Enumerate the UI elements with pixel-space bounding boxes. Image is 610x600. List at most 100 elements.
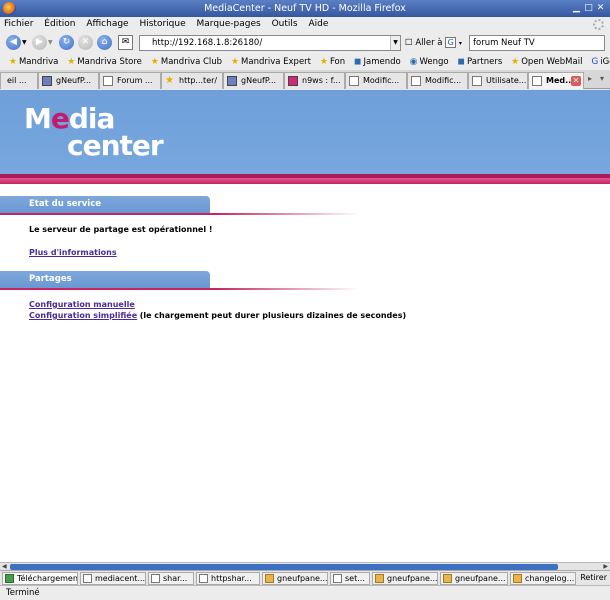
- star-icon: ★: [165, 75, 174, 86]
- reload-button[interactable]: ↻: [59, 35, 74, 50]
- bookmark-fon[interactable]: ★ Fon: [320, 54, 345, 70]
- document-icon: [333, 574, 342, 583]
- go-icon: ☐: [405, 38, 413, 48]
- tab-strip: ◂ eil ... gNeufP... Forum ... ★http...te…: [0, 70, 610, 89]
- folder-icon: [513, 574, 522, 583]
- search-engine-chevron-icon[interactable]: ▾: [459, 40, 462, 47]
- tab-favicon: [288, 76, 298, 86]
- feed-icon[interactable]: ✉: [118, 35, 133, 50]
- bookmark-mandriva[interactable]: ★ Mandriva: [9, 54, 59, 70]
- search-input[interactable]: forum Neuf TV: [469, 35, 605, 51]
- tab-favicon: [472, 76, 482, 86]
- firefox-icon: [3, 2, 16, 15]
- tab-list-icon[interactable]: ▾: [600, 74, 604, 83]
- tab-1[interactable]: eil ...: [0, 72, 38, 89]
- tab-9[interactable]: Utilisate...: [468, 72, 528, 89]
- tab-favicon: [349, 76, 359, 86]
- close-icon[interactable]: ✕: [595, 3, 606, 14]
- star-icon: ★: [8, 57, 17, 67]
- google-icon: G: [591, 57, 599, 67]
- home-button[interactable]: ⌂: [97, 35, 112, 50]
- bookmark-jamendo[interactable]: ◼ Jamendo: [354, 54, 401, 70]
- menu-affichage[interactable]: Affichage: [82, 17, 132, 32]
- go-label: Aller à: [415, 38, 443, 48]
- task-item[interactable]: gneufpane...: [262, 572, 328, 585]
- task-item[interactable]: changelog...: [510, 572, 576, 585]
- url-bar[interactable]: http://192.168.1.8:26180/ ▼: [139, 35, 401, 51]
- bookmark-wengo[interactable]: ◉ Wengo: [410, 54, 449, 70]
- wengo-icon: ◉: [409, 57, 418, 67]
- status-text: Terminé: [6, 588, 40, 598]
- bookmark-mandriva-expert[interactable]: ★ Mandriva Expert: [231, 54, 311, 70]
- task-item[interactable]: shar...: [148, 572, 194, 585]
- task-item[interactable]: gneufpane...: [440, 572, 508, 585]
- close-tab-icon[interactable]: ✕: [571, 76, 581, 86]
- mediacenter-logo: Media center: [24, 102, 164, 162]
- task-item[interactable]: gneufpane...: [372, 572, 438, 585]
- retirer-button[interactable]: Retirer: [580, 572, 607, 584]
- bookmark-igoogle[interactable]: GiGoogle: [591, 54, 610, 70]
- bottom-tab-bar: Téléchargements mediacent... shar... htt…: [0, 570, 610, 585]
- tab-2[interactable]: gNeufP...: [38, 72, 99, 89]
- bookmark-mandriva-club[interactable]: ★ Mandriva Club: [151, 54, 222, 70]
- stop-button[interactable]: ✕: [78, 35, 93, 50]
- forward-history-chevron-icon[interactable]: ▼: [48, 39, 53, 46]
- section-divider: [0, 288, 360, 290]
- section-header-partages: Partages: [0, 271, 210, 288]
- url-dropdown-icon[interactable]: ▼: [390, 36, 400, 50]
- google-search-engine-icon[interactable]: G: [445, 37, 457, 48]
- tab-favicon: [103, 76, 113, 86]
- navigation-toolbar: ◀ ▼ ▶ ▼ ↻ ✕ ⌂ ✉ http://192.168.1.8:26180…: [0, 32, 610, 54]
- task-item[interactable]: set...: [330, 572, 370, 585]
- config-manual-link[interactable]: Configuration manuelle: [29, 300, 135, 309]
- maximize-icon[interactable]: □: [583, 3, 594, 14]
- folder-icon: [265, 574, 274, 583]
- bookmarks-toolbar: ★ Mandriva ★ Mandriva Store ★ Mandriva Club…: [0, 54, 610, 70]
- menu-outils[interactable]: Outils: [268, 17, 302, 32]
- back-history-chevron-icon[interactable]: ▼: [22, 39, 27, 46]
- task-telechargements[interactable]: Téléchargements: [2, 572, 78, 585]
- tab-8[interactable]: Modific...: [407, 72, 468, 89]
- horizontal-scrollbar[interactable]: ◀ ▶: [0, 562, 610, 570]
- header-banner: Media center: [0, 90, 610, 174]
- task-item[interactable]: mediacent...: [80, 572, 146, 585]
- more-info-link[interactable]: Plus d'informations: [29, 248, 117, 257]
- forward-button[interactable]: ▶: [32, 35, 47, 50]
- config-simple-note: (le chargement peut durer plusieurs diza…: [139, 311, 407, 320]
- status-bar: Terminé: [0, 585, 610, 600]
- document-icon: [83, 574, 92, 583]
- go-button[interactable]: ☐ Aller à G ▾: [405, 35, 462, 52]
- bookmark-open-webmail[interactable]: ★ Open WebMail: [511, 54, 582, 70]
- star-icon: ★: [230, 57, 240, 67]
- menu-fichier[interactable]: Fichier: [0, 17, 37, 32]
- section-header-etat: Etat du service: [0, 196, 210, 213]
- star-icon: ★: [67, 57, 76, 67]
- partners-icon: ◼: [457, 57, 465, 67]
- tab-5[interactable]: gNeufP...: [223, 72, 284, 89]
- menu-historique[interactable]: Historique: [135, 17, 189, 32]
- menu-edition[interactable]: Édition: [40, 17, 79, 32]
- tab-active-mediacenter[interactable]: Med... ✕: [528, 72, 584, 89]
- bookmark-mandriva-store[interactable]: ★ Mandriva Store: [67, 54, 142, 70]
- window-title: MediaCenter - Neuf TV HD - Mozilla Firef…: [204, 3, 406, 14]
- tab-favicon: [411, 76, 421, 86]
- tab-3[interactable]: Forum ...: [99, 72, 161, 89]
- menu-aide[interactable]: Aide: [304, 17, 332, 32]
- config-simple-link[interactable]: Configuration simplifiée: [29, 311, 137, 320]
- star-icon: ★: [511, 57, 520, 67]
- minimize-icon[interactable]: ▁: [571, 3, 582, 14]
- back-button[interactable]: ◀: [6, 35, 21, 50]
- tab-6[interactable]: n9ws : f...: [284, 72, 345, 89]
- tab-scroll-right-icon[interactable]: ▸: [588, 74, 592, 83]
- window-titlebar: MediaCenter - Neuf TV HD - Mozilla Firef…: [0, 0, 610, 17]
- menu-marque-pages[interactable]: Marque-pages: [193, 17, 265, 32]
- tab-7[interactable]: Modific...: [345, 72, 407, 89]
- star-icon: ★: [319, 57, 328, 67]
- service-status-text: Le serveur de partage est opérationnel !: [29, 225, 213, 234]
- tab-4[interactable]: ★ http...ter/: [161, 72, 223, 89]
- bookmark-partners[interactable]: ◼ Partners: [457, 54, 502, 70]
- throbber-icon: [593, 19, 604, 30]
- download-icon: [5, 574, 14, 583]
- document-icon: [151, 574, 160, 583]
- task-item[interactable]: httpshar...: [196, 572, 260, 585]
